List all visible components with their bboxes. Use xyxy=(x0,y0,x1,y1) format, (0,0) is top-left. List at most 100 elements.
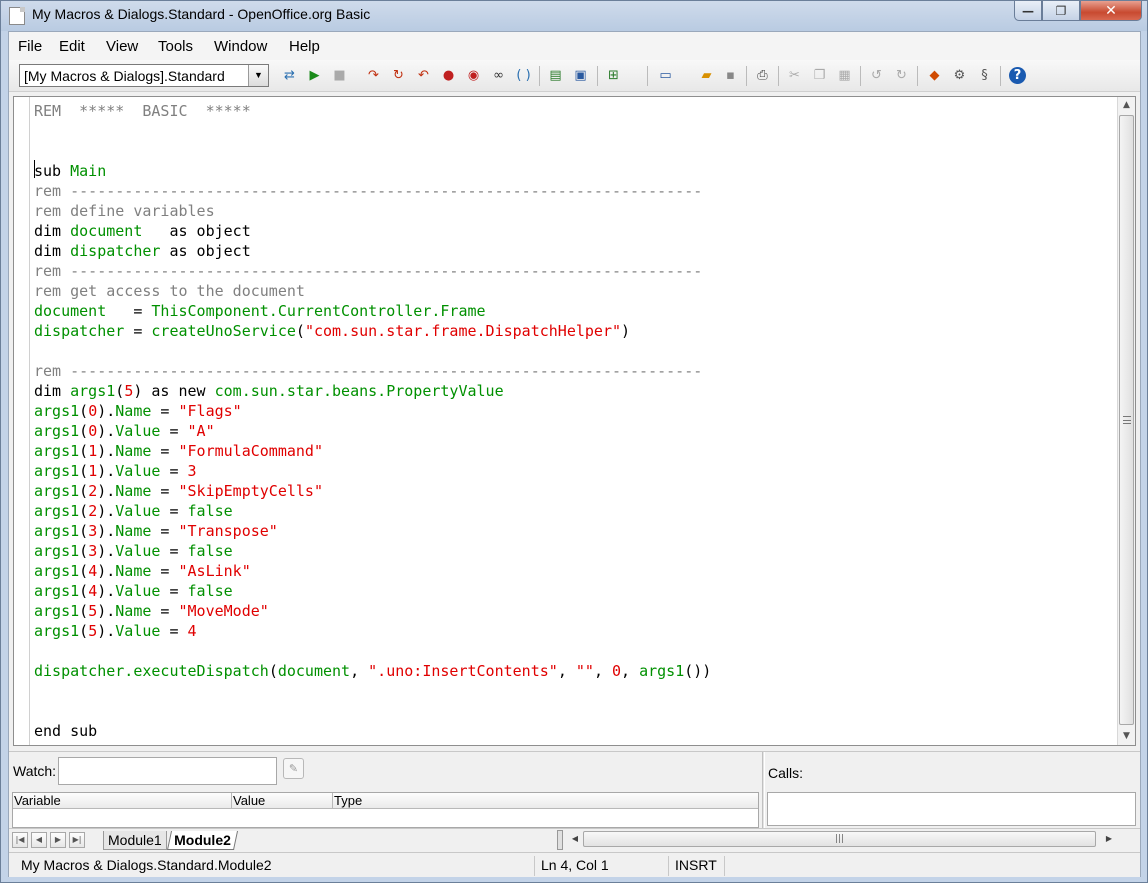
new-document-icon[interactable]: ▭ xyxy=(657,67,674,84)
code-line[interactable]: end sub xyxy=(34,721,711,741)
save-icon[interactable]: ▪ xyxy=(722,67,739,84)
paste-icon[interactable]: ▦ xyxy=(836,67,853,84)
code-line[interactable]: sub Main xyxy=(34,161,711,181)
redo-icon[interactable]: ↻ xyxy=(893,67,910,84)
code-line[interactable]: dim args1(5) as new com.sun.star.beans.P… xyxy=(34,381,711,401)
modules-icon[interactable]: ▣ xyxy=(572,67,589,84)
remove-watch-button[interactable]: ✎ xyxy=(283,758,304,779)
code-line[interactable]: rem get access to the document xyxy=(34,281,711,301)
code-line[interactable]: args1(2).Value = false xyxy=(34,501,711,521)
copy-icon[interactable]: ❐ xyxy=(811,67,828,84)
breakpoint-gutter[interactable] xyxy=(14,97,30,745)
code-line[interactable]: args1(1).Name = "FormulaCommand" xyxy=(34,441,711,461)
code-line[interactable]: args1(0).Value = "A" xyxy=(34,421,711,441)
code-line[interactable]: dispatcher = createUnoService("com.sun.s… xyxy=(34,321,711,341)
find-parentheses-icon[interactable]: ( ) xyxy=(515,67,532,84)
toolbar-separator xyxy=(539,66,540,86)
close-button[interactable]: ✕ xyxy=(1080,1,1142,21)
tab-module1[interactable]: Module1 xyxy=(103,831,167,850)
code-line[interactable] xyxy=(34,681,711,701)
column-header-type[interactable]: Type xyxy=(333,793,758,809)
print-icon[interactable]: ⎙ xyxy=(754,67,771,84)
code-text[interactable]: REM ***** BASIC ***** sub Main rem ------… xyxy=(34,101,711,741)
code-line[interactable] xyxy=(34,141,711,161)
code-token: 2 xyxy=(88,482,98,500)
insert-source-icon[interactable]: ⊞ xyxy=(605,67,622,84)
run-icon[interactable]: ▶ xyxy=(306,67,323,84)
code-line[interactable]: rem ------------------------------------… xyxy=(34,361,711,381)
code-line[interactable]: document = ThisComponent.CurrentControll… xyxy=(34,301,711,321)
calls-list[interactable] xyxy=(767,792,1136,826)
code-line[interactable] xyxy=(34,121,711,141)
chevron-down-icon[interactable]: ▼ xyxy=(248,65,268,86)
tab-module2[interactable]: Module2 xyxy=(166,831,238,850)
macros-icon[interactable]: ▤ xyxy=(547,67,564,84)
code-line[interactable]: rem ------------------------------------… xyxy=(34,261,711,281)
scroll-down-icon[interactable]: ▼ xyxy=(1119,728,1134,745)
code-line[interactable]: rem define variables xyxy=(34,201,711,221)
code-line[interactable] xyxy=(34,341,711,361)
scroll-up-icon[interactable]: ▲ xyxy=(1119,97,1134,114)
column-header-variable[interactable]: Variable xyxy=(13,793,232,809)
code-line[interactable]: args1(4).Value = false xyxy=(34,581,711,601)
vertical-scroll-thumb[interactable] xyxy=(1119,115,1134,725)
code-line[interactable]: args1(0).Name = "Flags" xyxy=(34,401,711,421)
menu-view[interactable]: View xyxy=(106,38,138,55)
menu-help[interactable]: Help xyxy=(289,38,320,55)
breakpoint-icon[interactable]: ● xyxy=(440,67,457,84)
code-line[interactable]: args1(5).Value = 4 xyxy=(34,621,711,641)
code-token: args1 xyxy=(34,622,80,640)
undo-icon[interactable]: ↺ xyxy=(868,67,885,84)
open-icon[interactable]: ▰ xyxy=(698,67,715,84)
code-editor[interactable]: REM ***** BASIC ***** sub Main rem ------… xyxy=(13,96,1136,746)
column-header-value[interactable]: Value xyxy=(232,793,333,809)
status-insert-mode[interactable]: INSRT xyxy=(669,856,725,876)
tab-scroll-splitter[interactable] xyxy=(557,830,563,850)
step-out-icon[interactable]: ↶ xyxy=(415,67,432,84)
code-line[interactable]: dim dispatcher as object xyxy=(34,241,711,261)
maximize-button[interactable]: ❐ xyxy=(1042,1,1080,21)
insert-controls-icon[interactable]: ◆ xyxy=(926,67,943,84)
horizontal-scroll-thumb[interactable]: ||| xyxy=(583,831,1096,847)
help-icon[interactable]: ? xyxy=(1009,67,1026,84)
code-line[interactable]: dispatcher.executeDispatch(document, ".u… xyxy=(34,661,711,681)
step-into-icon[interactable]: ↷ xyxy=(365,67,382,84)
code-line[interactable]: args1(1).Value = 3 xyxy=(34,461,711,481)
cut-icon[interactable]: ✂ xyxy=(786,67,803,84)
scroll-right-icon[interactable]: ▶ xyxy=(1101,831,1117,847)
title-bar[interactable]: My Macros & Dialogs.Standard - OpenOffic… xyxy=(1,1,1147,31)
code-line[interactable]: args1(3).Value = false xyxy=(34,541,711,561)
scroll-left-icon[interactable]: ◀ xyxy=(567,831,583,847)
code-line[interactable]: REM ***** BASIC ***** xyxy=(34,101,711,121)
menu-window[interactable]: Window xyxy=(214,38,267,55)
watch-variables-table[interactable]: Variable Value Type xyxy=(12,792,759,828)
menu-tools[interactable]: Tools xyxy=(158,38,193,55)
library-select[interactable]: [My Macros & Dialogs].Standard ▼ xyxy=(19,64,269,87)
menu-edit[interactable]: Edit xyxy=(59,38,85,55)
code-line[interactable]: rem ------------------------------------… xyxy=(34,181,711,201)
code-line[interactable]: args1(3).Name = "Transpose" xyxy=(34,521,711,541)
code-line[interactable] xyxy=(34,701,711,721)
breakpoint-manage-icon[interactable]: ◉ xyxy=(465,67,482,84)
code-line[interactable] xyxy=(34,641,711,661)
watch-icon[interactable]: ∞ xyxy=(490,67,507,84)
watch-input[interactable] xyxy=(58,757,277,785)
compile-icon[interactable]: ⇄ xyxy=(281,67,298,84)
code-line[interactable]: args1(2).Name = "SkipEmptyCells" xyxy=(34,481,711,501)
code-line[interactable]: dim document as object xyxy=(34,221,711,241)
menu-file[interactable]: File xyxy=(18,38,42,55)
first-tab-icon[interactable]: |◀ xyxy=(12,832,28,848)
code-line[interactable]: args1(5).Name = "MoveMode" xyxy=(34,601,711,621)
horizontal-scrollbar[interactable]: ◀ ||| ▶ xyxy=(565,830,1118,849)
settings-icon[interactable]: ⚙ xyxy=(951,67,968,84)
last-tab-icon[interactable]: ▶| xyxy=(69,832,85,848)
stop-icon[interactable]: ■ xyxy=(331,67,348,84)
prev-tab-icon[interactable]: ◀ xyxy=(31,832,47,848)
minimize-button[interactable]: — xyxy=(1014,1,1042,21)
next-tab-icon[interactable]: ▶ xyxy=(50,832,66,848)
tools-icon[interactable]: § xyxy=(976,67,993,84)
step-over-icon[interactable]: ↻ xyxy=(390,67,407,84)
vertical-scrollbar[interactable]: ▲ ▼ xyxy=(1117,97,1135,745)
panel-divider[interactable] xyxy=(762,752,765,832)
code-line[interactable]: args1(4).Name = "AsLink" xyxy=(34,561,711,581)
